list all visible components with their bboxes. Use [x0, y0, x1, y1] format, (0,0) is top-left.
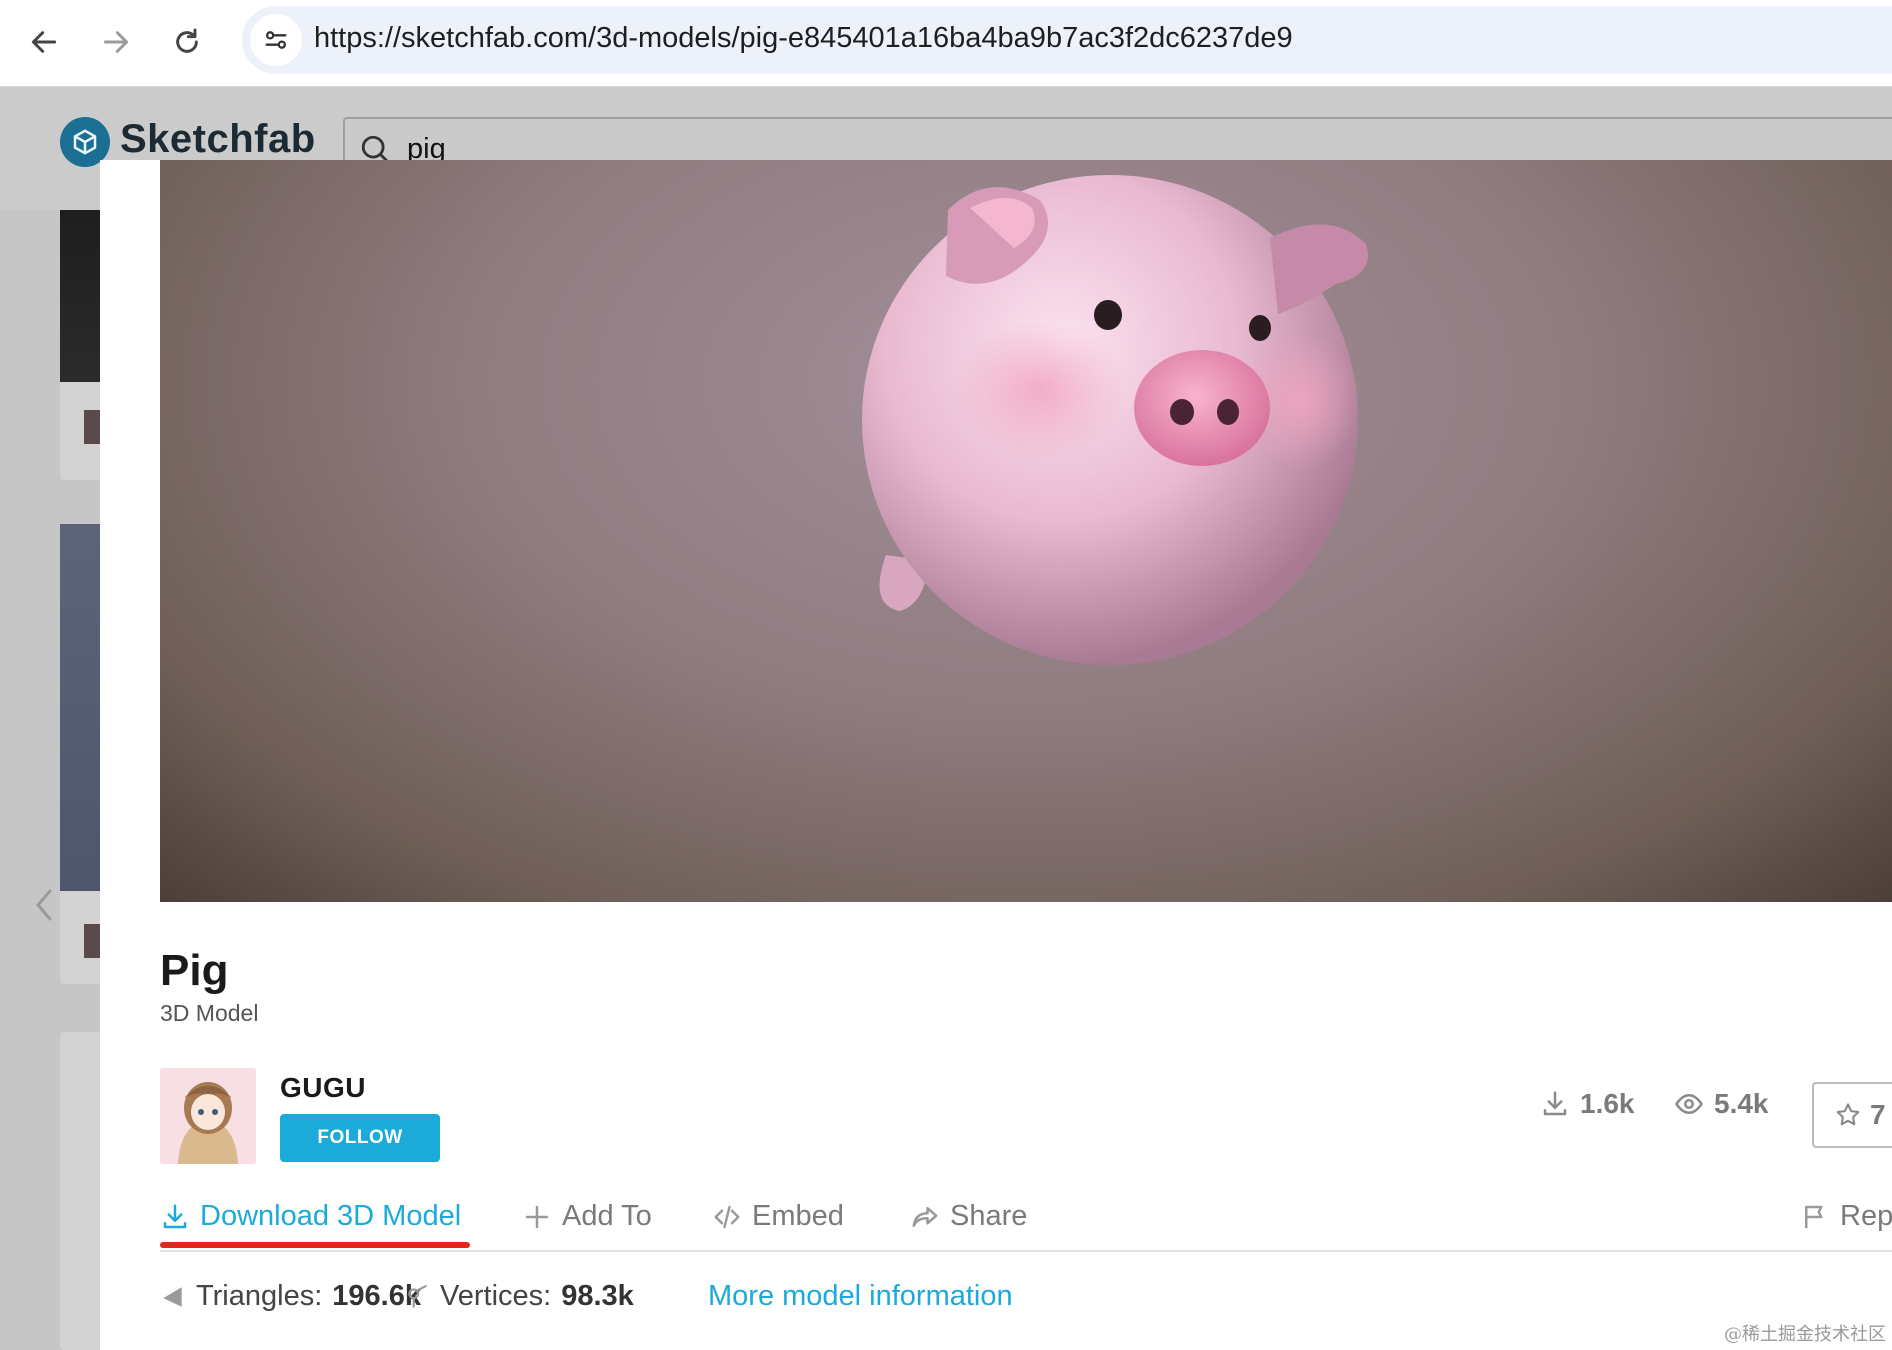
download-3d-model-button[interactable]: Download 3D Model [160, 1200, 461, 1233]
background-card[interactable] [60, 210, 101, 480]
browser-toolbar: https://sketchfab.com/3d-models/pig-e845… [0, 0, 1892, 87]
model-actions: Download 3D Model Add To Embed Share Rep [160, 1200, 1892, 1246]
download-icon [163, 1204, 187, 1228]
address-bar[interactable]: https://sketchfab.com/3d-models/pig-e845… [242, 6, 1892, 74]
card-avatar [84, 410, 101, 444]
share-button[interactable]: Share [910, 1200, 1027, 1233]
downloads-stat: 1.6k [1540, 1088, 1635, 1120]
report-label: Rep [1840, 1200, 1892, 1232]
vertices-stat: Vertices: 98.3k [404, 1280, 634, 1313]
eye-icon [1675, 1093, 1703, 1115]
share-label: Share [950, 1200, 1028, 1232]
add-to-button[interactable]: Add To [522, 1200, 652, 1233]
download-label: Download 3D Model [200, 1200, 462, 1232]
code-icon [714, 1205, 740, 1228]
actions-divider [160, 1250, 1892, 1252]
model-modal: Pig 3D Model GUGU FOLLOW 1.6k 5.4k 7 Dow… [100, 160, 1892, 1350]
watermark: @稀土掘金技术社区 [1724, 1324, 1886, 1345]
author-avatar[interactable] [160, 1068, 256, 1164]
triangles-label: Triangles: [196, 1280, 323, 1312]
model-subtitle: 3D Model [160, 1000, 259, 1026]
plus-icon [525, 1205, 549, 1228]
background-card[interactable] [60, 1032, 101, 1350]
vertices-label: Vertices: [440, 1280, 552, 1312]
pig-model-render [862, 175, 1368, 665]
model-title: Pig [160, 946, 229, 995]
card-avatar [84, 924, 101, 958]
follow-button[interactable]: FOLLOW [280, 1114, 440, 1162]
arrow-right-icon [103, 31, 129, 53]
site-logo-text[interactable]: Sketchfab [120, 117, 316, 162]
vertex-icon [408, 1284, 427, 1308]
add-to-label: Add To [562, 1200, 652, 1232]
downloads-count: 1.6k [1580, 1088, 1635, 1119]
like-button[interactable]: 7 [1812, 1082, 1892, 1148]
back-button[interactable] [22, 20, 66, 64]
author-name[interactable]: GUGU [280, 1072, 366, 1104]
share-icon [912, 1206, 938, 1227]
url-text[interactable]: https://sketchfab.com/3d-models/pig-e845… [314, 22, 1293, 55]
vertices-value: 98.3k [561, 1280, 634, 1312]
highlight-underline [160, 1242, 470, 1248]
triangles-stat: Triangles: 196.6k [160, 1280, 421, 1313]
likes-count: 7 [1870, 1099, 1886, 1130]
star-icon [1836, 1103, 1860, 1126]
arrow-left-icon [31, 31, 57, 53]
report-button[interactable]: Rep [1800, 1200, 1892, 1233]
site-settings-button[interactable] [250, 14, 302, 66]
3d-viewer[interactable] [160, 160, 1892, 902]
reload-button[interactable] [165, 20, 209, 64]
flag-icon [1805, 1205, 1823, 1228]
views-count: 5.4k [1714, 1088, 1769, 1119]
reload-icon [176, 28, 198, 53]
download-icon [1543, 1091, 1567, 1116]
more-model-information-link[interactable]: More model information [708, 1280, 1013, 1313]
triangle-icon [163, 1286, 182, 1307]
tune-icon [265, 31, 287, 49]
views-stat: 5.4k [1674, 1088, 1769, 1120]
background-card[interactable] [60, 524, 101, 984]
chevron-left-icon[interactable] [32, 887, 56, 923]
embed-label: Embed [752, 1200, 844, 1232]
card-thumbnail [60, 210, 101, 382]
forward-button[interactable] [94, 20, 138, 64]
embed-button[interactable]: Embed [712, 1200, 844, 1233]
card-thumbnail [60, 524, 101, 891]
